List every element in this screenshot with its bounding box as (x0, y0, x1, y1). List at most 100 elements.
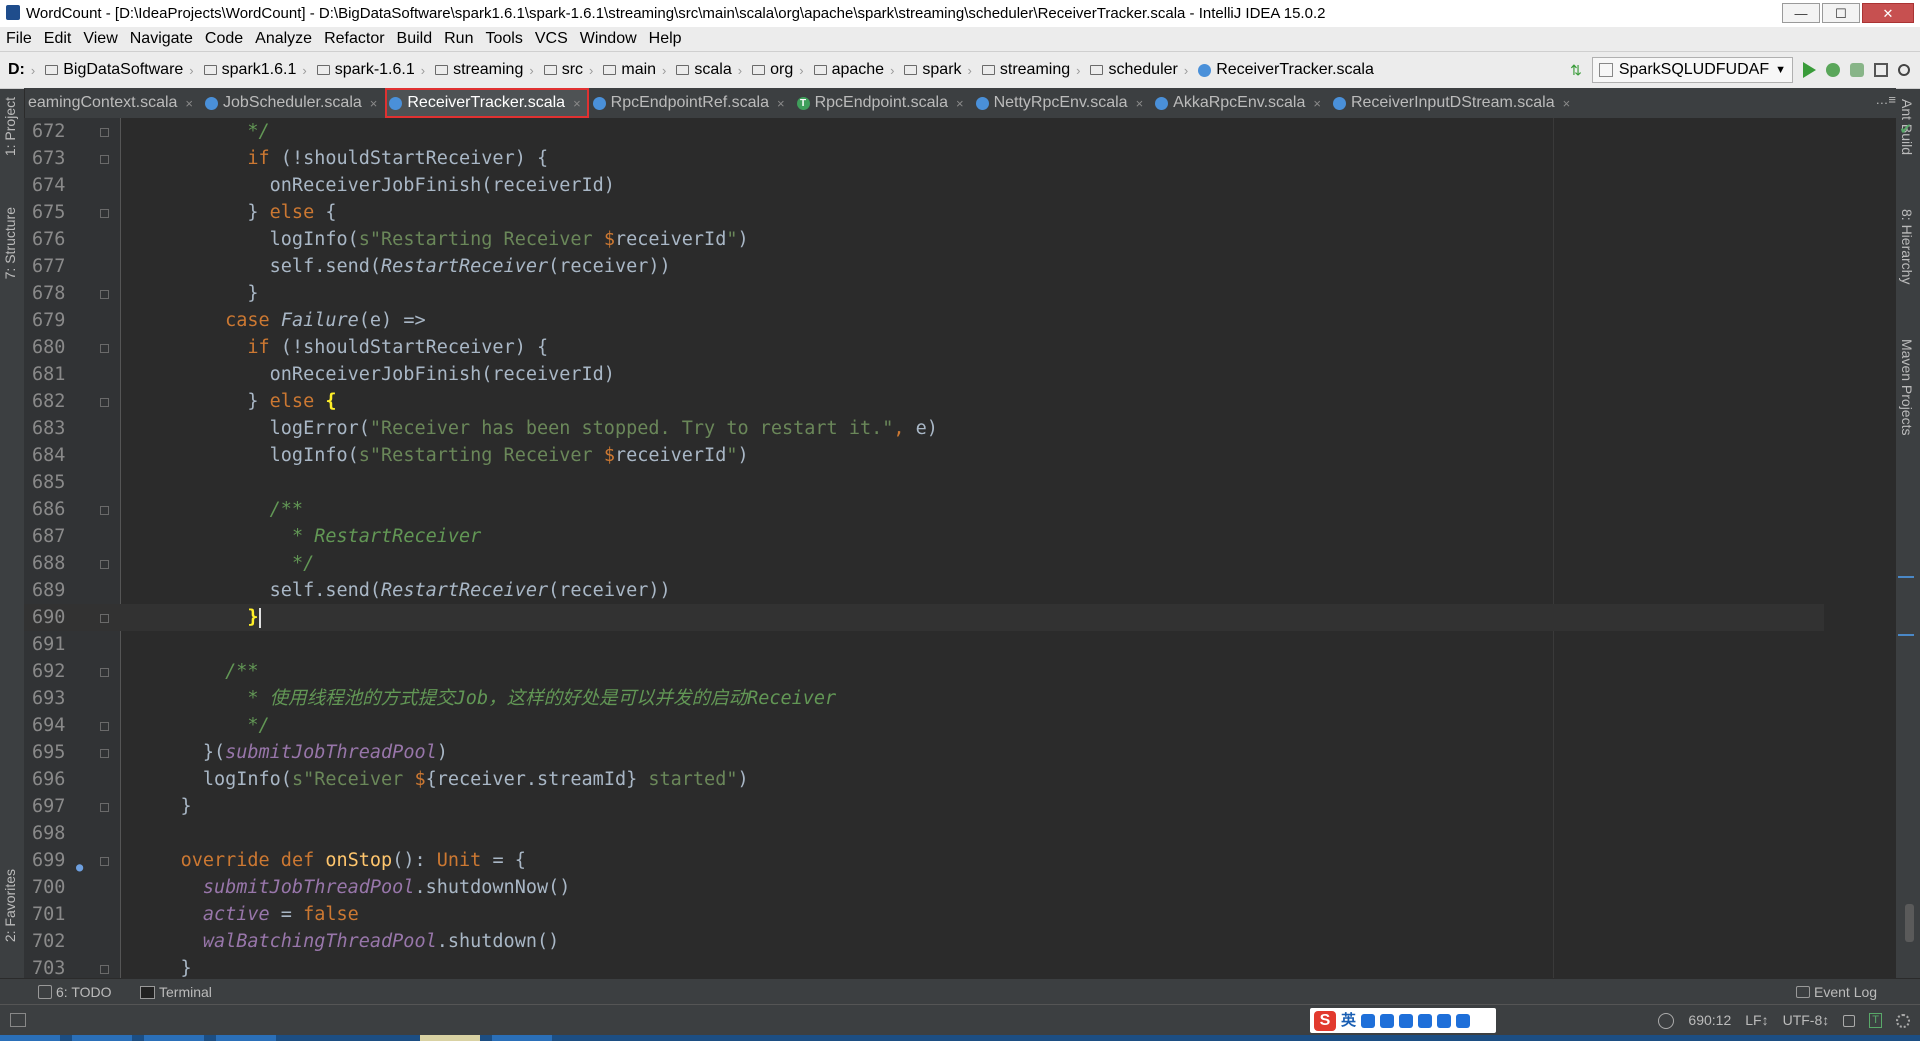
tool-tab-project[interactable]: 1: Project (2, 97, 18, 156)
event-log-button[interactable]: Event Log (1796, 979, 1877, 1005)
code-line[interactable]: 683 logError("Receiver has been stopped.… (24, 415, 1824, 442)
fold-icon[interactable] (100, 749, 109, 758)
menu-navigate[interactable]: Navigate (124, 27, 199, 51)
code-line[interactable]: 687 * RestartReceiver (24, 523, 1824, 550)
editor-tab[interactable]: ReceiverTracker.scala × (385, 88, 589, 118)
breadcrumb-item[interactable]: streaming › (435, 61, 544, 79)
breadcrumb-item[interactable]: main › (603, 61, 676, 79)
fold-icon[interactable] (100, 668, 109, 677)
taskbar-app[interactable] (72, 1035, 132, 1041)
caret-position[interactable]: 690:12 (1688, 1005, 1731, 1036)
fold-icon[interactable] (100, 209, 109, 218)
fold-icon[interactable] (100, 506, 109, 515)
breadcrumb-item[interactable]: ReceiverTracker.scala (1198, 61, 1378, 79)
code-line[interactable]: 680 if (!shouldStartReceiver) { (24, 334, 1824, 361)
editor-tab[interactable]: T RpcEndpoint.scala × (793, 88, 972, 118)
minimize-button[interactable]: — (1782, 3, 1820, 23)
editor-tab[interactable]: AkkaRpcEnv.scala × (1151, 88, 1329, 118)
fold-icon[interactable] (100, 803, 109, 812)
fold-icon[interactable] (100, 155, 109, 164)
tabs-overflow-menu[interactable]: …≡ (1875, 92, 1896, 107)
tool-tab-favorites[interactable]: 2: Favorites (2, 869, 18, 942)
menu-file[interactable]: File (0, 27, 38, 51)
fold-icon[interactable] (100, 965, 109, 974)
project-structure-icon[interactable] (1874, 63, 1888, 77)
code-line[interactable]: 692 /** (24, 658, 1824, 685)
taskbar-app[interactable] (216, 1035, 276, 1041)
tool-windows-toggle-icon[interactable] (10, 1013, 26, 1027)
coverage-icon[interactable] (1850, 63, 1864, 77)
breadcrumb-item[interactable]: org › (752, 61, 813, 79)
code-line[interactable]: 674 onReceiverJobFinish(receiverId) (24, 172, 1824, 199)
code-line[interactable]: 700 submitJobThreadPool.shutdownNow() (24, 874, 1824, 901)
close-tab-icon[interactable]: × (1313, 96, 1321, 111)
fold-icon[interactable] (100, 290, 109, 299)
editor-tab[interactable]: NettyRpcEnv.scala × (972, 88, 1152, 118)
code-editor[interactable]: 672 */673 if (!shouldStartReceiver) {674… (24, 118, 1896, 978)
code-line[interactable]: 694 */ (24, 712, 1824, 739)
code-line[interactable]: 682 } else { (24, 388, 1824, 415)
breadcrumb-item[interactable]: spark › (904, 61, 981, 79)
close-tab-icon[interactable]: × (1563, 96, 1571, 111)
lock-icon[interactable] (1843, 1014, 1856, 1027)
run-configuration-select[interactable]: SparkSQLUDFUDAF ▼ (1591, 57, 1793, 83)
memory-indicator-icon[interactable] (1896, 1013, 1910, 1028)
code-line[interactable]: 673 if (!shouldStartReceiver) { (24, 145, 1824, 172)
ime-skin-icon[interactable] (1437, 1013, 1452, 1028)
editor-tab[interactable]: ReceiverInputDStream.scala × (1329, 88, 1578, 118)
indent-icon[interactable]: T (1869, 1013, 1882, 1028)
scrollbar-thumb[interactable] (1905, 904, 1914, 942)
code-line[interactable]: 693 * 使用线程池的方式提交Job，这样的好处是可以并发的启动Receive… (24, 685, 1824, 712)
change-marker[interactable] (1898, 576, 1914, 578)
close-tab-icon[interactable]: × (1136, 96, 1144, 111)
taskbar-app-active[interactable] (420, 1035, 480, 1041)
code-line[interactable]: 698 (24, 820, 1824, 847)
menu-refactor[interactable]: Refactor (318, 27, 390, 51)
code-line[interactable]: 701 active = false (24, 901, 1824, 928)
menu-window[interactable]: Window (574, 27, 643, 51)
breadcrumb-item[interactable]: spark-1.6.1 › (316, 61, 435, 79)
fold-icon[interactable] (100, 614, 109, 623)
ime-tools-icon[interactable] (1456, 1013, 1471, 1028)
line-separator[interactable]: LF↕ (1745, 1005, 1768, 1036)
ime-punct-icon[interactable] (1380, 1013, 1395, 1028)
close-tab-icon[interactable]: × (185, 96, 193, 111)
breadcrumb-item[interactable]: apache › (813, 61, 905, 79)
run-icon[interactable] (1803, 62, 1816, 78)
menu-run[interactable]: Run (438, 27, 479, 51)
fold-icon[interactable] (100, 128, 109, 137)
code-line[interactable]: 679 case Failure(e) => (24, 307, 1824, 334)
breadcrumb-item[interactable]: D: › (8, 61, 45, 79)
close-tab-icon[interactable]: × (777, 96, 785, 111)
taskbar-app[interactable] (144, 1035, 204, 1041)
tool-tab-hierarchy[interactable]: 8: Hierarchy (1899, 209, 1915, 284)
terminal-tool-button[interactable]: Terminal (140, 979, 212, 1005)
breadcrumb-item[interactable]: src › (543, 61, 604, 79)
tool-tab-maven[interactable]: Maven Projects (1899, 339, 1915, 435)
code-line[interactable]: 695 }(submitJobThreadPool) (24, 739, 1824, 766)
debug-icon[interactable] (1826, 63, 1840, 77)
code-line[interactable]: 702 walBatchingThreadPool.shutdown() (24, 928, 1824, 955)
ime-keyboard-icon[interactable] (1399, 1013, 1414, 1028)
sort-icon[interactable]: ⇅ (1570, 62, 1582, 79)
tool-tab-structure[interactable]: 7: Structure (2, 207, 18, 279)
menu-vcs[interactable]: VCS (529, 27, 574, 51)
code-line[interactable]: 699 ● override def onStop(): Unit = { (24, 847, 1824, 874)
fold-icon[interactable] (100, 722, 109, 731)
menu-help[interactable]: Help (643, 27, 688, 51)
editor-tab[interactable]: eamingContext.scala × (24, 88, 201, 118)
file-encoding[interactable]: UTF-8↕ (1783, 1005, 1830, 1036)
code-line[interactable]: 689 self.send(RestartReceiver(receiver)) (24, 577, 1824, 604)
editor-tab[interactable]: RpcEndpointRef.scala × (589, 88, 793, 118)
editor-tab[interactable]: JobScheduler.scala × (201, 88, 385, 118)
code-line[interactable]: 703 } (24, 955, 1824, 978)
code-line[interactable]: 696 logInfo(s"Receiver ${receiver.stream… (24, 766, 1824, 793)
code-line[interactable]: 681 onReceiverJobFinish(receiverId) (24, 361, 1824, 388)
code-line[interactable]: 685 (24, 469, 1824, 496)
ime-toolbar[interactable]: S 英 (1310, 1008, 1496, 1033)
menu-edit[interactable]: Edit (38, 27, 78, 51)
fold-icon[interactable] (100, 560, 109, 569)
fold-icon[interactable] (100, 344, 109, 353)
breadcrumb-item[interactable]: scheduler › (1090, 61, 1198, 79)
code-line[interactable]: 684 logInfo(s"Restarting Receiver $recei… (24, 442, 1824, 469)
